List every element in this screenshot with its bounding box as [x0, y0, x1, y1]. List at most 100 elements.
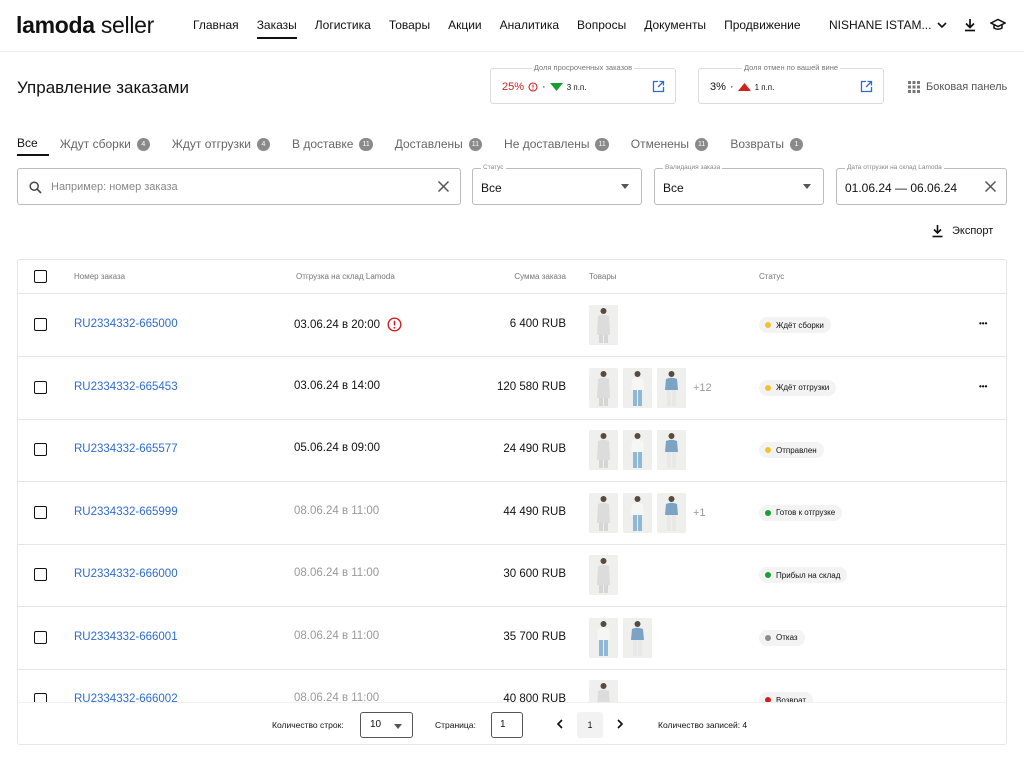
- clear-search-icon[interactable]: [437, 180, 450, 193]
- row-checkbox[interactable]: [34, 318, 47, 331]
- product-thumbnail[interactable]: [589, 367, 618, 408]
- open-external-icon[interactable]: [652, 80, 665, 93]
- row-checkbox[interactable]: [34, 693, 47, 702]
- column-header[interactable]: Отгрузка на склад Lamoda: [296, 272, 395, 281]
- product-thumbnail[interactable]: [657, 430, 686, 470]
- more-actions-icon[interactable]: •••: [979, 319, 987, 328]
- order-sum: 120 580 RUB: [496, 380, 566, 393]
- product-thumbnail[interactable]: [589, 617, 618, 658]
- orders-table: Номер заказа Отгрузка на склад Lamoda Су…: [17, 259, 1007, 745]
- table-row[interactable]: RU2334332-666001 08.06.24 в 11:00 35 700 R…: [18, 607, 1006, 670]
- search-box[interactable]: Например: номер заказа: [17, 168, 461, 205]
- tab-label: Ждут отгрузки: [171, 137, 251, 151]
- chevron-right-icon[interactable]: [614, 718, 626, 730]
- column-header[interactable]: Сумма заказа: [514, 272, 566, 281]
- nav-item[interactable]: Главная: [193, 18, 239, 39]
- product-thumbnail[interactable]: [589, 305, 618, 345]
- nav-item[interactable]: Вопросы: [577, 18, 626, 39]
- user-menu[interactable]: NISHANE ISTAM...: [829, 18, 948, 32]
- tab-count-badge: 11: [359, 137, 373, 151]
- search-input[interactable]: Например: номер заказа: [51, 181, 178, 193]
- tab[interactable]: В доставке 11: [281, 132, 384, 156]
- chevron-left-icon[interactable]: [554, 718, 566, 730]
- nav-item[interactable]: Заказы: [256, 18, 297, 39]
- product-thumbnail[interactable]: [589, 492, 618, 533]
- more-actions-icon[interactable]: •••: [979, 382, 987, 391]
- overdue-metric-value: 25%: [502, 81, 525, 93]
- tab[interactable]: Возвраты 1: [719, 132, 814, 156]
- row-checkbox[interactable]: [34, 443, 47, 456]
- product-thumbnail[interactable]: [623, 430, 652, 470]
- table-row[interactable]: RU2334332-665577 05.06.24 в 09:00 24 490 R…: [18, 419, 1006, 482]
- tab[interactable]: Все: [17, 132, 49, 156]
- row-checkbox[interactable]: [34, 505, 47, 519]
- date-filter-value: 01.06.24 — 06.06.24: [845, 181, 958, 195]
- nav-item[interactable]: Документы: [644, 18, 706, 39]
- rows-per-page-value: 10: [370, 719, 382, 730]
- table-row[interactable]: RU2334332-666000 08.06.24 в 11:00 30 600 R…: [18, 544, 1006, 607]
- table-row[interactable]: RU2334332-665453 03.06.24 в 14:00 120 580 …: [18, 357, 1006, 420]
- date-filter[interactable]: Дата отгрузки на склад Lamoda 01.06.24 —…: [836, 164, 1007, 205]
- product-thumbnails: +12: [589, 367, 712, 408]
- product-thumbnail[interactable]: [657, 492, 686, 533]
- status-text: Прибыл на склад: [776, 570, 841, 580]
- product-thumbnail[interactable]: [589, 680, 618, 702]
- clear-date-icon[interactable]: [984, 180, 997, 193]
- product-thumbnail[interactable]: [623, 617, 652, 658]
- rows-per-page-select[interactable]: 10: [360, 712, 413, 738]
- product-thumbnail[interactable]: [589, 555, 618, 595]
- nav-item[interactable]: Акции: [448, 18, 482, 39]
- column-header[interactable]: Номер заказа: [74, 272, 125, 281]
- column-header[interactable]: Статус: [759, 272, 784, 281]
- order-number-link[interactable]: RU2334332-666002: [74, 693, 178, 702]
- total-records: Количество записей: 4: [658, 720, 748, 730]
- nav-item[interactable]: Логистика: [315, 18, 371, 39]
- product-thumbnail[interactable]: [623, 367, 652, 408]
- order-number-link[interactable]: RU2334332-665577: [74, 443, 178, 455]
- product-thumbnail[interactable]: [657, 367, 686, 408]
- product-thumbnail[interactable]: [623, 492, 652, 533]
- current-page-button[interactable]: 1: [577, 712, 603, 738]
- open-external-icon[interactable]: [860, 80, 873, 93]
- nav-item[interactable]: Продвижение: [724, 18, 801, 39]
- alert-circle-icon: [528, 82, 538, 92]
- product-thumbnail[interactable]: [589, 430, 618, 470]
- tab[interactable]: Ждут сборки 4: [49, 132, 161, 156]
- order-number-link[interactable]: RU2334332-666001: [74, 631, 178, 643]
- tab[interactable]: Доставлены 11: [384, 132, 493, 156]
- more-products-count[interactable]: +1: [693, 507, 706, 519]
- status-filter[interactable]: Статус Все: [472, 164, 642, 205]
- select-all-checkbox[interactable]: [34, 270, 47, 283]
- logo[interactable]: lamoda seller: [16, 12, 154, 39]
- order-number-link[interactable]: RU2334332-665453: [74, 381, 178, 393]
- table-body: RU2334332-665000 03.06.24 в 20:00 6 400 RU…: [18, 294, 1006, 702]
- shipment-date: 03.06.24 в 14:00: [294, 380, 380, 392]
- graduation-cap-icon[interactable]: [990, 17, 1006, 33]
- order-number-link[interactable]: RU2334332-666000: [74, 568, 178, 580]
- status-tabs: Все Ждут сборки 4 Ждут отгрузки 4 В доставке 1…: [17, 132, 1007, 156]
- export-button[interactable]: Экспорт: [931, 224, 993, 238]
- validation-filter[interactable]: Валидация заказа Все: [654, 164, 824, 205]
- page-input[interactable]: 1: [491, 712, 523, 738]
- download-icon[interactable]: [962, 17, 978, 33]
- trend-down-icon: [549, 83, 563, 91]
- nav-item[interactable]: Аналитика: [500, 18, 559, 39]
- shipment-date: 03.06.24 в 20:00: [294, 317, 402, 332]
- table-row[interactable]: RU2334332-665000 03.06.24 в 20:00 6 400 RU…: [18, 294, 1006, 357]
- tab[interactable]: Не доставлены 11: [493, 132, 620, 156]
- order-sum: 6 400 RUB: [509, 318, 566, 330]
- more-products-count[interactable]: +12: [693, 382, 712, 394]
- row-checkbox[interactable]: [34, 568, 47, 581]
- tab[interactable]: Отменены 11: [620, 132, 720, 156]
- table-row[interactable]: RU2334332-665999 08.06.24 в 11:00 44 490 R…: [18, 482, 1006, 545]
- shipment-date: 08.06.24 в 11:00: [294, 505, 379, 517]
- order-number-link[interactable]: RU2334332-665000: [74, 318, 178, 330]
- side-panel-button[interactable]: Боковая панель: [908, 81, 1007, 93]
- nav-item[interactable]: Товары: [389, 18, 430, 39]
- order-number-link[interactable]: RU2334332-665999: [74, 506, 178, 518]
- tab[interactable]: Ждут отгрузки 4: [161, 132, 281, 156]
- table-row[interactable]: RU2334332-666002 08.06.24 в 11:00 40 800 R…: [18, 669, 1006, 702]
- row-checkbox[interactable]: [34, 380, 47, 394]
- tab-label: Отменены: [630, 137, 690, 151]
- row-checkbox[interactable]: [34, 630, 47, 644]
